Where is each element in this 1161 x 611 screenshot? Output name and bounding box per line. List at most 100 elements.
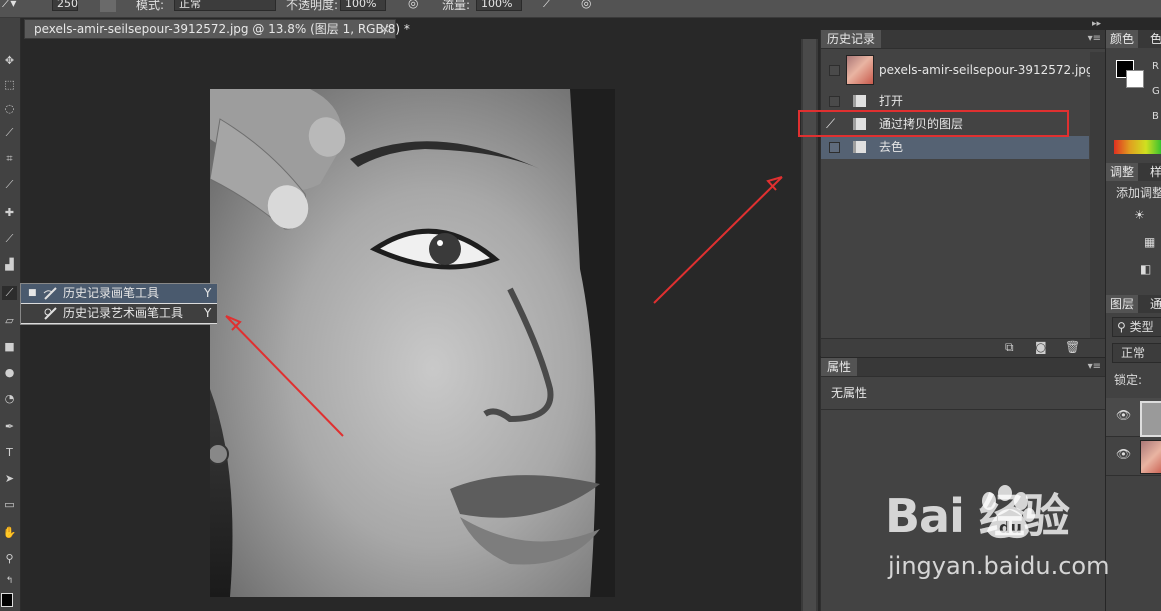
tab-layers[interactable]: 图层 xyxy=(1106,295,1139,313)
history-panel-header: 历史记录 ▾≡ xyxy=(821,30,1105,49)
history-step-label: 去色 xyxy=(879,140,904,154)
tab-styles[interactable]: 样 xyxy=(1146,163,1161,181)
tools-panel: ✥ ⬚ ◌ ⟋ ⌗ ⟋ ✚ ⟋ ▟ ⟋ ▱ ■ ● ◔ ✒ T ➤ ▭ ✋ ⚲ … xyxy=(0,18,21,611)
history-scrollbar[interactable] xyxy=(1090,52,1105,338)
flow-field[interactable]: 100% xyxy=(476,0,522,11)
adjust-panel-header: 调整 样 xyxy=(1106,163,1161,181)
color-balance-icon[interactable]: ◧ xyxy=(1140,262,1151,276)
swap-colors-icon[interactable]: ↰ xyxy=(2,574,17,588)
lasso-tool-icon[interactable]: ◌ xyxy=(2,102,17,116)
flyout-item-history-brush[interactable]: ■ 历史记录画笔工具 Y xyxy=(21,284,217,303)
history-source-checkbox[interactable] xyxy=(829,65,840,76)
properties-panel-header: 属性 ▾≡ xyxy=(821,358,1105,377)
clone-stamp-tool-icon[interactable]: ▟ xyxy=(2,258,17,272)
history-source-checkbox[interactable] xyxy=(829,96,840,107)
color-ramp[interactable] xyxy=(1114,140,1161,154)
options-bar: ⟋▾ 250 模式: 正常 不透明度: 100% ◎ 流量: 100% ⟋ ◎ xyxy=(0,0,1161,18)
blend-mode-select[interactable]: 正常 xyxy=(1112,343,1161,363)
mode-label: 模式: xyxy=(136,0,165,12)
visibility-eye-icon[interactable]: 👁 xyxy=(1116,447,1131,461)
gradient-tool-icon[interactable]: ■ xyxy=(2,340,17,354)
search-icon: ⚲ xyxy=(1117,320,1130,334)
new-document-from-state-icon[interactable]: ⧉ xyxy=(1005,340,1014,355)
tab-channels[interactable]: 通 xyxy=(1146,295,1161,313)
dodge-tool-icon[interactable]: ◔ xyxy=(2,392,17,406)
selected-bullet-icon: ■ xyxy=(28,288,37,298)
mode-select[interactable]: 正常 xyxy=(174,0,276,11)
quick-select-tool-icon[interactable]: ⟋ xyxy=(2,126,17,140)
lock-label: 锁定: xyxy=(1114,373,1143,387)
crop-tool-icon[interactable]: ⌗ xyxy=(2,152,17,166)
marquee-tool-icon[interactable]: ⬚ xyxy=(2,78,17,92)
watermark-brand: Bai 经验 xyxy=(885,489,1070,543)
history-step-active[interactable]: 去色 xyxy=(821,136,1089,159)
history-footer: ⧉ ◙ 🗑 xyxy=(821,338,1105,357)
close-document-icon[interactable]: × xyxy=(380,20,390,38)
layer-thumbnail xyxy=(1140,401,1161,437)
levels-icon[interactable]: ▦ xyxy=(1144,235,1155,249)
flow-label: 流量: xyxy=(442,0,471,12)
tab-color[interactable]: 颜色 xyxy=(1106,30,1139,48)
blur-tool-icon[interactable]: ● xyxy=(2,366,17,380)
background-swatch[interactable] xyxy=(1126,70,1144,88)
collapse-panels-icon[interactable]: ▸▸ xyxy=(1092,19,1101,29)
channel-g-label: G xyxy=(1152,86,1160,97)
properties-content: 无属性 xyxy=(821,377,1105,410)
watermark-url: jingyan.baidu.com xyxy=(888,552,1110,580)
pen-tool-icon[interactable]: ✒ xyxy=(2,420,17,434)
brush-size-field[interactable]: 250 xyxy=(52,0,78,11)
snapshot-label: pexels-amir-seilsepour-3912572.jpg xyxy=(879,63,1094,77)
document-title: pexels-amir-seilsepour-3912572.jpg @ 13.… xyxy=(34,22,410,36)
highlight-box xyxy=(798,110,1069,137)
canvas-image[interactable] xyxy=(210,89,615,597)
type-tool-icon[interactable]: T xyxy=(2,446,17,460)
brush-preset-icon[interactable]: ⟋▾ xyxy=(2,0,16,11)
layer-filter-select[interactable]: ⚲ 类型 xyxy=(1112,317,1161,337)
tab-properties[interactable]: 属性 xyxy=(821,358,858,376)
brush-panel-toggle-icon[interactable] xyxy=(100,0,116,12)
history-source-checkbox[interactable] xyxy=(829,142,840,153)
history-state-icon xyxy=(853,141,866,153)
new-snapshot-icon[interactable]: ◙ xyxy=(1035,340,1047,354)
panel-menu-icon[interactable]: ▾≡ xyxy=(1088,34,1101,44)
opacity-label: 不透明度: xyxy=(286,0,339,12)
flyout-item-shortcut: Y xyxy=(204,306,212,320)
flyout-item-art-history-brush[interactable]: 历史记录艺术画笔工具 Y xyxy=(21,304,217,323)
foreground-color-swatch[interactable] xyxy=(1,593,13,607)
flyout-item-label: 历史记录画笔工具 xyxy=(63,286,160,300)
airbrush-icon[interactable]: ⟋ xyxy=(543,0,551,11)
brush-tool-icon[interactable]: ⟋ xyxy=(2,232,17,246)
hand-tool-icon[interactable]: ✋ xyxy=(2,526,17,540)
history-brush-tool-icon[interactable]: ⟋ xyxy=(2,286,17,300)
pressure-size-icon[interactable]: ◎ xyxy=(581,0,591,10)
brightness-icon[interactable]: ☀ xyxy=(1134,208,1145,222)
panel-menu-icon[interactable]: ▾≡ xyxy=(1088,362,1101,372)
delete-state-icon[interactable]: 🗑 xyxy=(1065,340,1080,354)
zoom-tool-icon[interactable]: ⚲ xyxy=(2,552,17,566)
tab-swatches[interactable]: 色 xyxy=(1146,30,1161,48)
opacity-field[interactable]: 100% xyxy=(340,0,386,11)
history-panel: 历史记录 ▾≡ pexels-amir-seilsepour-3912572.j… xyxy=(820,30,1105,357)
snapshot-thumbnail xyxy=(846,55,874,85)
shape-tool-icon[interactable]: ▭ xyxy=(2,498,17,512)
tab-adjustments[interactable]: 调整 xyxy=(1106,163,1139,181)
history-state-icon xyxy=(853,95,866,107)
path-select-tool-icon[interactable]: ➤ xyxy=(2,472,17,486)
flyout-item-shortcut: Y xyxy=(204,286,212,300)
document-tab[interactable]: pexels-amir-seilsepour-3912572.jpg @ 13.… xyxy=(24,19,410,39)
layer-filter-label: 类型 xyxy=(1129,320,1154,334)
eyedropper-tool-icon[interactable]: ⟋ xyxy=(2,178,17,192)
tab-history[interactable]: 历史记录 xyxy=(821,30,882,48)
history-snapshot[interactable]: pexels-amir-seilsepour-3912572.jpg xyxy=(821,52,1094,88)
layer-row[interactable]: 👁 xyxy=(1106,398,1161,437)
visibility-eye-icon[interactable]: 👁 xyxy=(1116,408,1131,422)
eraser-tool-icon[interactable]: ▱ xyxy=(2,314,17,328)
history-brush-icon xyxy=(43,286,59,301)
layer-row[interactable]: 👁 xyxy=(1106,437,1161,476)
pressure-opacity-icon[interactable]: ◎ xyxy=(408,0,418,10)
baidu-jingyan-watermark: du Bai 经验 jingyan.baidu.com xyxy=(885,480,1155,600)
layers-panel-header: 图层 通 xyxy=(1106,295,1161,313)
move-tool-icon[interactable]: ✥ xyxy=(2,54,17,68)
properties-empty-label: 无属性 xyxy=(831,386,868,400)
healing-brush-tool-icon[interactable]: ✚ xyxy=(2,206,17,220)
